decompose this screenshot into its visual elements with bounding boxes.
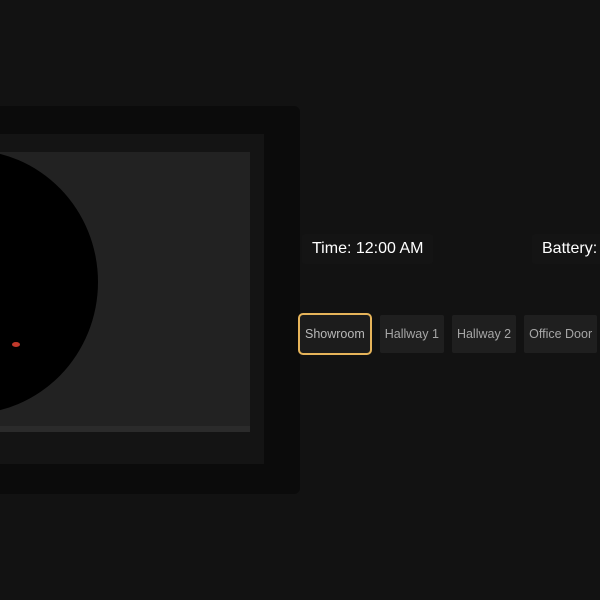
camera-tab-hallway-2[interactable]: Hallway 2 (451, 315, 517, 353)
security-camera-screen: Time: 12:00 AM Battery: Showroom Hallway… (0, 0, 600, 600)
camera-viewer (0, 106, 300, 494)
camera-feed (0, 152, 250, 432)
camera-tab-hallway-1[interactable]: Hallway 1 (379, 315, 444, 353)
camera-lens (0, 152, 98, 414)
time-display: Time: 12:00 AM (302, 234, 434, 264)
camera-tab-office-door[interactable]: Office Door (524, 315, 598, 353)
battery-display: Battery: (532, 234, 600, 264)
recording-indicator-icon (12, 342, 20, 347)
camera-tabs: Showroom Hallway 1 Hallway 2 Office Door… (298, 313, 600, 355)
camera-tab-showroom[interactable]: Showroom (298, 313, 372, 355)
camera-monitor (0, 134, 264, 464)
camera-feed-bottom-bar (0, 426, 250, 432)
